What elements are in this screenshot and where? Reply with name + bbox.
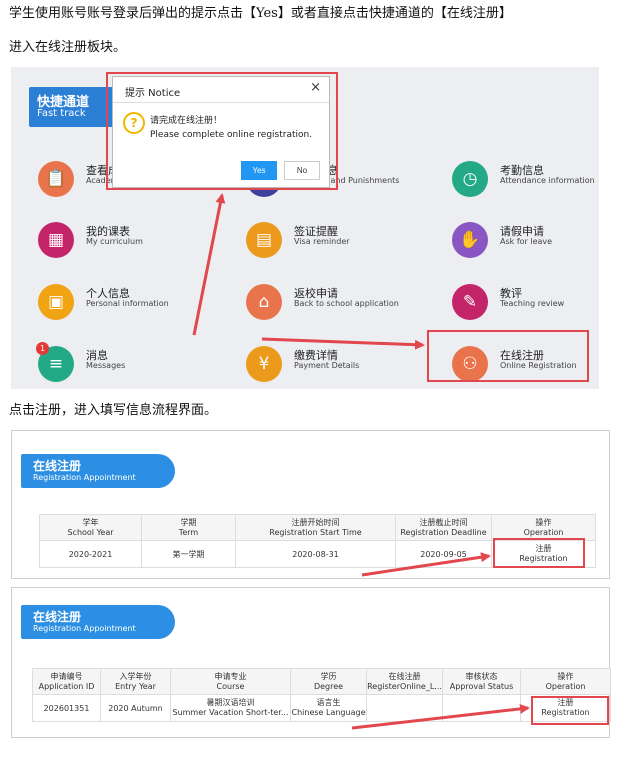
arrow-to-online-registration <box>261 337 425 350</box>
arrow-to-registration-1 <box>361 552 491 577</box>
annotation-arrows <box>192 193 530 730</box>
arrow-to-registration-2 <box>351 703 530 730</box>
arrow-to-dialog <box>192 193 226 336</box>
